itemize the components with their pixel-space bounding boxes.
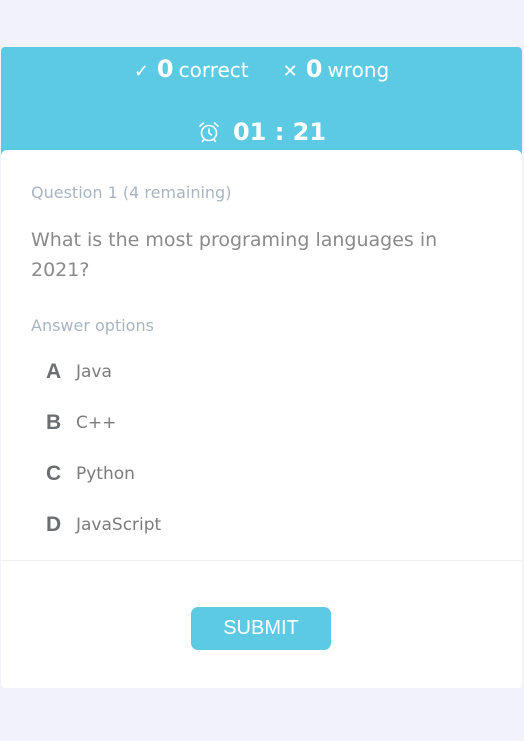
option-text: Java: [76, 362, 112, 382]
score-row: ✓ 0 correct ✕ 0 wrong: [1, 55, 522, 83]
answer-option-d[interactable]: D JavaScript: [46, 513, 161, 537]
option-text: C++: [76, 413, 117, 433]
answer-options-heading: Answer options: [31, 316, 154, 335]
submit-button[interactable]: SUBMIT: [191, 607, 331, 650]
option-text: JavaScript: [76, 515, 162, 535]
wrong-count: 0: [305, 55, 323, 83]
question-panel: Question 1 (4 remaining) What is the mos…: [1, 150, 522, 561]
option-letter: B: [46, 411, 62, 434]
correct-score: ✓ 0 correct: [134, 55, 249, 83]
option-letter: A: [46, 360, 62, 383]
alarm-clock-icon: [199, 122, 219, 143]
timer-value: 01 : 21: [232, 118, 327, 146]
correct-count: 0: [156, 55, 174, 83]
option-text: Python: [76, 464, 135, 484]
question-counter: Question 1 (4 remaining): [31, 183, 232, 202]
correct-label: correct: [178, 58, 249, 82]
timer: 01 : 21: [1, 118, 522, 146]
score-header: ✓ 0 correct ✕ 0 wrong 01 : 21: [1, 47, 522, 162]
wrong-label: wrong: [327, 58, 390, 82]
option-letter: C: [46, 462, 62, 485]
quiz-card: ✓ 0 correct ✕ 0 wrong 01 : 21 Question 1…: [1, 47, 522, 688]
checkmark-icon: ✓: [133, 61, 149, 82]
answer-option-c[interactable]: C Python: [46, 462, 135, 486]
answer-option-a[interactable]: A Java: [46, 360, 112, 384]
question-text: What is the most programing languages in…: [31, 229, 438, 281]
wrong-score: ✕ 0 wrong: [283, 55, 390, 83]
cross-icon: ✕: [282, 61, 298, 82]
answer-option-b[interactable]: B C++: [46, 411, 116, 435]
option-letter: D: [46, 513, 62, 536]
